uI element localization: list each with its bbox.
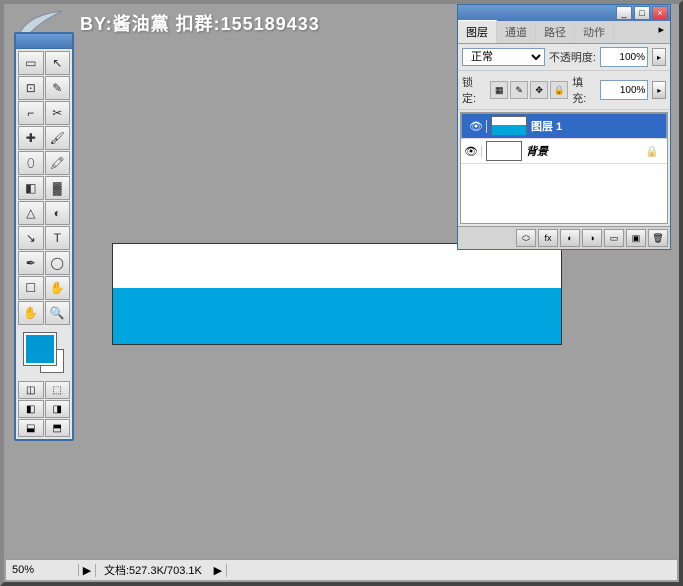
blur-tool[interactable]: △ [18,201,44,225]
quickmask-mode-button[interactable]: ⬚ [45,381,71,399]
lock-transparent-icon[interactable]: ▦ [490,81,508,99]
screen-mode-1-button[interactable]: ◧ [18,400,44,418]
lock-label: 锁定: [462,74,486,106]
layer-row[interactable]: 👁 背景 🔒 [461,139,667,164]
panel-bottom-bar: ⬭ fx ◐ ◑ ▭ ▣ 🗑 [458,226,670,249]
toolbox-panel: ▭ ↖ ⊡ ✎ ⌐ ✂ ✚ 🖌 ⬯ 🖍 ◧ ▓ △ ◐ ↘ T ✒ ◯ ☐ ✋ … [14,32,74,441]
color-swatches[interactable] [24,333,64,373]
new-group-button[interactable]: ▭ [604,229,624,247]
blue-rectangle-shape [113,288,561,344]
jump-to-button[interactable]: ⬒ [45,419,71,437]
status-bar: 50% ▶ 文档:527.3K/703.1K ▶ [6,559,677,580]
docinfo-menu-arrow[interactable]: ▶ [210,564,227,577]
close-button[interactable]: × [652,6,668,20]
document-canvas[interactable] [112,243,562,345]
standard-mode-button[interactable]: ◫ [18,381,44,399]
slice-tool[interactable]: ✂ [45,101,71,125]
type-tool[interactable]: T [45,226,71,250]
lock-all-icon[interactable]: 🔒 [550,81,568,99]
tab-paths[interactable]: 路径 [536,21,575,43]
layer-style-button[interactable]: fx [538,229,558,247]
layer-list: 👁 图层 1 👁 背景 🔒 [460,112,668,224]
blend-mode-select[interactable]: 正常 [462,48,545,66]
crop-tool[interactable]: ⌐ [18,101,44,125]
lasso-tool[interactable]: ⊡ [18,76,44,100]
new-layer-button[interactable]: ▣ [626,229,646,247]
dodge-tool[interactable]: ◐ [45,201,71,225]
lock-position-icon[interactable]: ✥ [530,81,548,99]
zoom-tool[interactable]: 🔍 [45,301,71,325]
opacity-arrow[interactable]: ▸ [652,48,666,66]
minimize-button[interactable]: _ [616,6,632,20]
heal-tool[interactable]: ✚ [18,126,44,150]
link-layers-button[interactable]: ⬭ [516,229,536,247]
maximize-button[interactable]: □ [634,6,650,20]
stamp-tool[interactable]: ⬯ [18,151,44,175]
layer-name[interactable]: 图层 1 [531,118,562,134]
eyedropper-tool[interactable]: ✋ [45,276,71,300]
wand-tool[interactable]: ✎ [45,76,71,100]
panel-titlebar[interactable]: _ □ × [458,5,670,21]
path-select-tool[interactable]: ↘ [18,226,44,250]
marquee-tool[interactable]: ▭ [18,51,44,75]
screen-mode-2-button[interactable]: ◨ [45,400,71,418]
eraser-tool[interactable]: ◧ [18,176,44,200]
delete-layer-button[interactable]: 🗑 [648,229,668,247]
visibility-icon[interactable]: 👁 [461,145,482,158]
opacity-label: 不透明度: [549,49,596,65]
layer-mask-button[interactable]: ◐ [560,229,580,247]
hand-tool[interactable]: ✋ [18,301,44,325]
opacity-input[interactable] [600,47,648,67]
layer-thumbnail[interactable] [486,141,522,161]
brush-tool[interactable]: 🖌 [45,126,71,150]
layer-row[interactable]: 👁 图层 1 [461,113,667,139]
pen-tool[interactable]: ✒ [18,251,44,275]
panel-menu-arrow[interactable]: ▸ [652,21,670,43]
zoom-level[interactable]: 50% [6,564,79,576]
layer-thumbnail[interactable] [491,116,527,136]
fill-input[interactable] [600,80,648,100]
layers-panel: _ □ × 图层 通道 路径 动作 ▸ 正常 不透明度: ▸ 锁定: ▦ ✎ ✥… [457,4,671,250]
history-brush-tool[interactable]: 🖍 [45,151,71,175]
foreground-color-swatch[interactable] [24,333,56,365]
tab-channels[interactable]: 通道 [497,21,536,43]
gradient-tool[interactable]: ▓ [45,176,71,200]
zoom-menu-arrow[interactable]: ▶ [79,564,96,577]
document-info[interactable]: 文档:527.3K/703.1K [96,562,210,578]
toolbox-titlebar[interactable] [16,34,72,49]
fill-arrow[interactable]: ▸ [652,81,666,99]
tab-layers[interactable]: 图层 [458,20,497,43]
move-tool[interactable]: ↖ [45,51,71,75]
layer-name[interactable]: 背景 [526,143,548,159]
screen-mode-3-button[interactable]: ⬓ [18,419,44,437]
notes-tool[interactable]: ☐ [18,276,44,300]
lock-indicator-icon: 🔒 [645,145,659,158]
adjustment-layer-button[interactable]: ◑ [582,229,602,247]
panel-tabs: 图层 通道 路径 动作 ▸ [458,21,670,44]
lock-image-icon[interactable]: ✎ [510,81,528,99]
attribution-text: BY:酱油黨 扣群:155189433 [80,10,320,36]
tab-actions[interactable]: 动作 [575,21,614,43]
shape-tool[interactable]: ◯ [45,251,71,275]
visibility-icon[interactable]: 👁 [466,120,487,133]
fill-label: 填充: [572,74,596,106]
